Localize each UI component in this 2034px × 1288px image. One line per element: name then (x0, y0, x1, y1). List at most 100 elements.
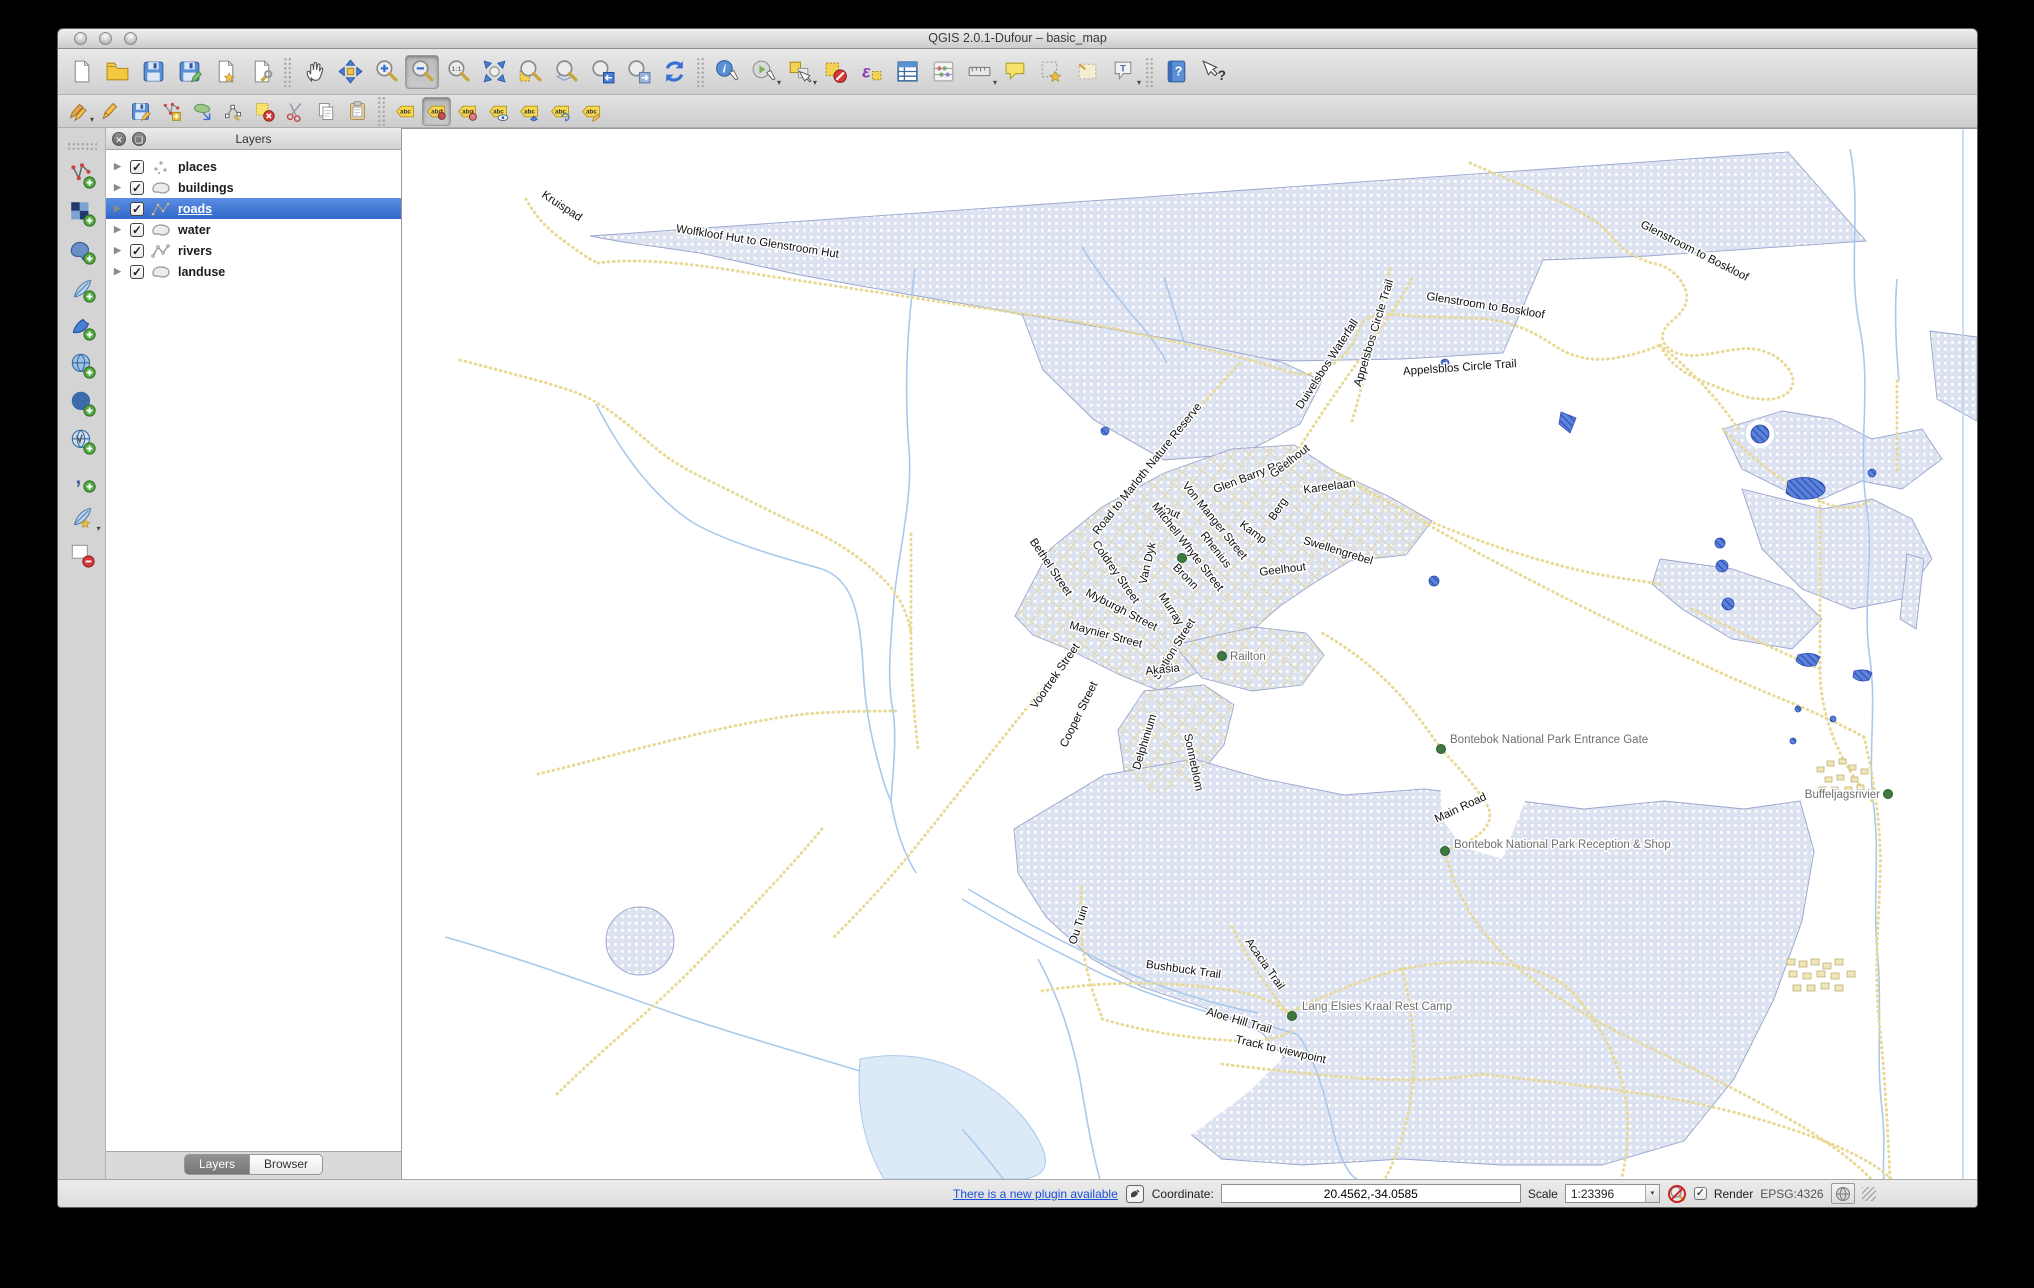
move-feature-button[interactable] (188, 97, 217, 126)
field-calculator-button[interactable] (926, 55, 960, 89)
coordinate-input[interactable] (1221, 1184, 1521, 1203)
tab-browser[interactable]: Browser (250, 1154, 323, 1175)
add-vector-layer-button[interactable] (64, 157, 100, 193)
layer-list: ▶✓places▶✓buildings▶✓roads▶✓water▶✓river… (106, 150, 401, 1152)
add-wms-layer-button[interactable] (64, 347, 100, 383)
layer-item-places[interactable]: ▶✓places (106, 156, 401, 177)
expand-arrow-icon[interactable]: ▶ (114, 266, 124, 277)
highlight-pinned-labels-button[interactable]: abc (453, 97, 482, 126)
zoom-last-button[interactable] (585, 55, 619, 89)
run-feature-action-button[interactable]: ▾ (746, 55, 780, 89)
delete-selected-button[interactable] (250, 97, 279, 126)
add-postgis-layer-button[interactable] (64, 233, 100, 269)
layer-visibility-checkbox[interactable]: ✓ (130, 181, 144, 195)
cut-features-button[interactable] (281, 97, 310, 126)
add-raster-layer-button[interactable] (64, 195, 100, 231)
identify-features-button[interactable]: i (710, 55, 744, 89)
save-project-as-button[interactable] (172, 55, 206, 89)
scale-combobox[interactable]: 1:23396 ▾ (1565, 1184, 1660, 1203)
save-project-button[interactable] (136, 55, 170, 89)
stop-render-icon[interactable] (1667, 1184, 1687, 1204)
new-project-button[interactable] (64, 55, 98, 89)
paste-features-button[interactable] (343, 97, 372, 126)
pan-to-selection-button[interactable] (333, 55, 367, 89)
zoom-in-button[interactable] (369, 55, 403, 89)
zoom-to-selection-button[interactable] (513, 55, 547, 89)
panel-tabs: Layers Browser (106, 1154, 401, 1175)
layer-visibility-checkbox[interactable]: ✓ (130, 202, 144, 216)
toggle-editing-button[interactable] (95, 97, 124, 126)
expand-arrow-icon[interactable]: ▶ (114, 224, 124, 235)
chevron-down-icon[interactable]: ▾ (777, 78, 781, 87)
layer-labeling-options-button[interactable]: abc (391, 97, 420, 126)
rotate-label-button[interactable]: abc (546, 97, 575, 126)
help-contents-button[interactable]: ? (1159, 55, 1193, 89)
add-delimited-text-layer-button[interactable]: , (64, 461, 100, 497)
title-bar[interactable]: QGIS 2.0.1-Dufour – basic_map (58, 29, 1977, 49)
layer-item-buildings[interactable]: ▶✓buildings (106, 177, 401, 198)
expand-arrow-icon[interactable]: ▶ (114, 203, 124, 214)
layer-visibility-checkbox[interactable]: ✓ (130, 223, 144, 237)
copy-features-button[interactable] (312, 97, 341, 126)
crs-status-button[interactable] (1831, 1183, 1855, 1204)
current-edits-button[interactable]: ▾ (64, 97, 93, 126)
add-spatialite-layer-button[interactable] (64, 271, 100, 307)
layer-item-landuse[interactable]: ▶✓landuse (106, 261, 401, 282)
move-label-button[interactable]: abc (515, 97, 544, 126)
whats-this-button[interactable]: ? (1195, 55, 1229, 89)
chevron-down-icon[interactable]: ▾ (1645, 1185, 1659, 1202)
new-bookmark-button[interactable] (1034, 55, 1068, 89)
deselect-features-button[interactable] (818, 55, 852, 89)
open-project-button[interactable] (100, 55, 134, 89)
select-features-button[interactable]: ▾ (782, 55, 816, 89)
expand-arrow-icon[interactable]: ▶ (114, 245, 124, 256)
resize-grip[interactable] (1862, 1187, 1876, 1201)
tab-layers[interactable]: Layers (184, 1154, 250, 1175)
attribute-table-button[interactable] (890, 55, 924, 89)
add-wcs-layer-button[interactable] (64, 385, 100, 421)
composer-manager-button[interactable] (244, 55, 278, 89)
layer-visibility-checkbox[interactable]: ✓ (130, 244, 144, 258)
expand-arrow-icon[interactable]: ▶ (114, 161, 124, 172)
layer-item-water[interactable]: ▶✓water (106, 219, 401, 240)
zoom-full-extent-button[interactable] (477, 55, 511, 89)
render-checkbox[interactable]: ✓ (1694, 1187, 1707, 1200)
text-annotation-button[interactable]: T▾ (1106, 55, 1140, 89)
pin-unpin-labels-button[interactable]: abc (422, 97, 451, 126)
save-layer-edits-button[interactable] (126, 97, 155, 126)
expand-arrow-icon[interactable]: ▶ (114, 182, 124, 193)
chevron-down-icon[interactable]: ▾ (993, 78, 997, 87)
show-bookmarks-button[interactable] (1070, 55, 1104, 89)
pan-map-button[interactable] (297, 55, 331, 89)
measure-line-button[interactable]: ▾ (962, 55, 996, 89)
layer-item-roads[interactable]: ▶✓roads (106, 198, 401, 219)
add-wfs-layer-button[interactable] (64, 423, 100, 459)
zoom-next-button[interactable] (621, 55, 655, 89)
chevron-down-icon[interactable]: ▾ (90, 115, 94, 124)
zoom-native-button[interactable]: 1:1 (441, 55, 475, 89)
zoom-out-button[interactable] (405, 55, 439, 89)
remove-layer-button[interactable] (64, 537, 100, 573)
chevron-down-icon[interactable]: ▾ (96, 524, 100, 533)
new-spatialite-layer-button[interactable]: ▾ (64, 499, 100, 535)
add-feature-button[interactable] (157, 97, 186, 126)
plugin-icon[interactable] (1125, 1184, 1145, 1204)
change-label-properties-button[interactable]: abc (577, 97, 606, 126)
map-canvas[interactable]: KruispadWolfkloof Hut to Glenstroom HutG… (401, 128, 1978, 1181)
layer-visibility-checkbox[interactable]: ✓ (130, 265, 144, 279)
show-hide-labels-button[interactable]: abc (484, 97, 513, 126)
chevron-down-icon[interactable]: ▾ (1137, 78, 1141, 87)
select-by-expression-button[interactable]: ε (854, 55, 888, 89)
map-tips-button[interactable] (998, 55, 1032, 89)
plugin-available-link[interactable]: There is a new plugin available (953, 1187, 1118, 1201)
new-print-composer-button[interactable] (208, 55, 242, 89)
save-layer-edits-icon (129, 100, 152, 123)
zoom-to-layer-button[interactable] (549, 55, 583, 89)
layer-visibility-checkbox[interactable]: ✓ (130, 160, 144, 174)
node-tool-button[interactable] (219, 97, 248, 126)
layer-item-rivers[interactable]: ▶✓rivers (106, 240, 401, 261)
refresh-map-button[interactable] (657, 55, 691, 89)
add-mssql-layer-button[interactable] (64, 309, 100, 345)
layers-panel: ✕ ❏ Layers ▶✓places▶✓buildings▶✓roads▶✓w… (106, 128, 401, 1181)
chevron-down-icon[interactable]: ▾ (813, 78, 817, 87)
